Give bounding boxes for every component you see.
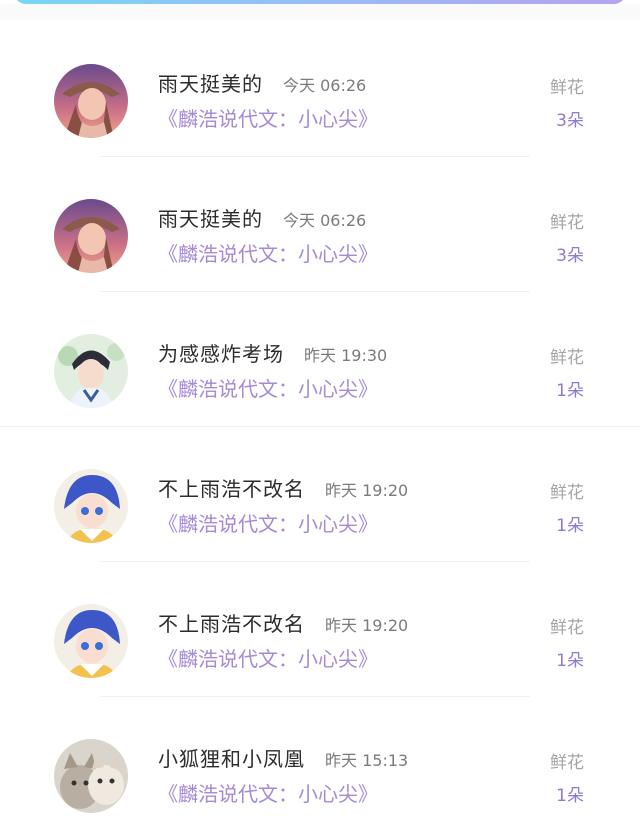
list-item[interactable]: 雨天挺美的 今天 06:26 《麟浩说代文：小心尖》 鲜花 3朵: [0, 157, 640, 292]
username[interactable]: 为感感炸考场: [158, 338, 284, 367]
avatar[interactable]: [54, 64, 128, 138]
row-header: 雨天挺美的 今天 06:26: [158, 68, 366, 97]
gift-type: 鲜花: [550, 348, 584, 368]
username[interactable]: 不上雨浩不改名: [158, 608, 305, 637]
row-header: 小狐狸和小凤凰 昨天 15:13: [158, 743, 408, 772]
gift-count: 1朵: [556, 651, 584, 671]
timestamp: 昨天 19:30: [304, 346, 388, 365]
row-header: 不上雨浩不改名 昨天 19:20: [158, 473, 408, 502]
gift-type: 鲜花: [550, 78, 584, 98]
timestamp: 今天 06:26: [283, 211, 367, 230]
gift-count: 1朵: [556, 381, 584, 401]
avatar-boy-blue-hair-icon: [54, 604, 128, 678]
book-title-link[interactable]: 《麟浩说代文：小心尖》: [158, 778, 378, 807]
username[interactable]: 雨天挺美的: [158, 68, 263, 97]
username[interactable]: 不上雨浩不改名: [158, 473, 305, 502]
gift-type: 鲜花: [550, 483, 584, 503]
avatar[interactable]: [54, 334, 128, 408]
book-title-link[interactable]: 《麟浩说代文：小心尖》: [158, 238, 378, 267]
gift-type: 鲜花: [550, 753, 584, 773]
timestamp: 昨天 15:13: [325, 751, 409, 770]
avatar-boy-blue-hair-icon: [54, 469, 128, 543]
timestamp: 昨天 19:20: [325, 481, 409, 500]
gift-count: 3朵: [556, 111, 584, 131]
gift-type: 鲜花: [550, 213, 584, 233]
username[interactable]: 小狐狸和小凤凰: [158, 743, 305, 772]
timestamp: 今天 06:26: [283, 76, 367, 95]
book-title-link[interactable]: 《麟浩说代文：小心尖》: [158, 373, 378, 402]
gift-count: 1朵: [556, 516, 584, 536]
row-header: 雨天挺美的 今天 06:26: [158, 203, 366, 232]
username[interactable]: 雨天挺美的: [158, 203, 263, 232]
gift-list-page: 雨天挺美的 今天 06:26 《麟浩说代文：小心尖》 鲜花 3朵 雨天挺美的 今…: [0, 0, 640, 834]
avatar-cats-icon: [54, 739, 128, 813]
row-header: 不上雨浩不改名 昨天 19:20: [158, 608, 408, 637]
book-title-link[interactable]: 《麟浩说代文：小心尖》: [158, 103, 378, 132]
list-item[interactable]: 雨天挺美的 今天 06:26 《麟浩说代文：小心尖》 鲜花 3朵: [0, 22, 640, 157]
avatar-girl-sunset-icon: [54, 199, 128, 273]
avatar-boy-dark-hair-icon: [54, 334, 128, 408]
timestamp: 昨天 19:20: [325, 616, 409, 635]
gift-type: 鲜花: [550, 618, 584, 638]
avatar[interactable]: [54, 199, 128, 273]
book-title-link[interactable]: 《麟浩说代文：小心尖》: [158, 508, 378, 537]
header-gap: [0, 4, 640, 20]
avatar[interactable]: [54, 469, 128, 543]
avatar[interactable]: [54, 739, 128, 813]
list-item[interactable]: 为感感炸考场 昨天 19:30 《麟浩说代文：小心尖》 鲜花 1朵: [0, 292, 640, 427]
gift-count: 1朵: [556, 786, 584, 806]
list-item[interactable]: 小狐狸和小凤凰 昨天 15:13 《麟浩说代文：小心尖》 鲜花 1朵: [0, 697, 640, 832]
list-item[interactable]: 不上雨浩不改名 昨天 19:20 《麟浩说代文：小心尖》 鲜花 1朵: [0, 562, 640, 697]
book-title-link[interactable]: 《麟浩说代文：小心尖》: [158, 643, 378, 672]
avatar[interactable]: [54, 604, 128, 678]
avatar-girl-sunset-icon: [54, 64, 128, 138]
gift-record-list: 雨天挺美的 今天 06:26 《麟浩说代文：小心尖》 鲜花 3朵 雨天挺美的 今…: [0, 22, 640, 832]
list-item[interactable]: 不上雨浩不改名 昨天 19:20 《麟浩说代文：小心尖》 鲜花 1朵: [0, 427, 640, 562]
row-header: 为感感炸考场 昨天 19:30: [158, 338, 387, 367]
gift-count: 3朵: [556, 246, 584, 266]
